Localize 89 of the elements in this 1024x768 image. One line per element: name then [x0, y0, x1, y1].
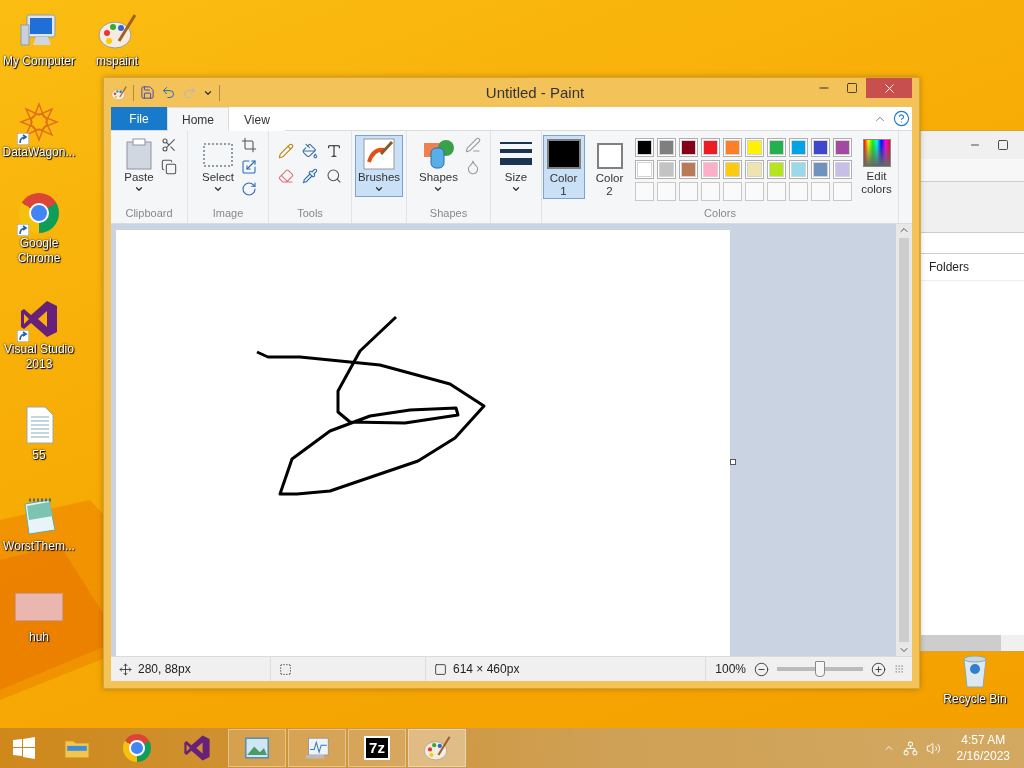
zoom-in-icon[interactable] [871, 661, 886, 677]
fill-icon[interactable] [465, 159, 481, 175]
brushes-button[interactable]: Brushes [354, 135, 404, 197]
empty-palette-cell[interactable] [656, 182, 676, 201]
paint-bucket-icon[interactable] [302, 143, 318, 159]
horizontal-scrollbar[interactable] [921, 635, 1024, 651]
group-label: Colors [704, 207, 736, 221]
crop-icon[interactable] [241, 137, 257, 153]
photo-placeholder [15, 593, 63, 621]
undo-icon [161, 85, 176, 100]
empty-palette-cell[interactable] [832, 182, 852, 201]
vertical-scrollbar[interactable] [896, 224, 912, 656]
resize-handle[interactable] [730, 459, 736, 465]
shapes-icon [422, 138, 455, 170]
clock-date: 2/16/2023 [956, 748, 1010, 764]
clipboard-icon [124, 138, 154, 170]
zoom-out-icon[interactable] [754, 661, 769, 677]
paste-button[interactable]: Paste [121, 135, 157, 197]
palette-icon [423, 734, 451, 762]
text-icon[interactable] [326, 143, 342, 159]
clock-time: 4:57 AM [961, 732, 1006, 748]
taskbar-button[interactable]: 7z [348, 729, 406, 767]
scissors-icon[interactable] [161, 137, 177, 153]
group-label: Image [212, 207, 244, 221]
caret-icon [134, 184, 144, 194]
selection-size-icon [279, 662, 292, 676]
taskbar-button[interactable] [228, 729, 286, 767]
image-size-icon [434, 662, 447, 676]
chrome-icon [123, 734, 151, 762]
empty-palette-cell[interactable] [678, 182, 698, 201]
group-label: Tools [297, 207, 323, 221]
save-button[interactable] [140, 85, 155, 100]
studio-icon [19, 299, 59, 339]
color-picker-icon[interactable] [302, 168, 318, 184]
palette-icon [111, 84, 127, 101]
select-button[interactable]: Select [199, 135, 237, 197]
archive-logo: 7z [364, 736, 390, 760]
caret-icon [511, 184, 521, 194]
group-label: Shapes [429, 207, 468, 221]
caret-icon [213, 184, 223, 194]
redo-icon [182, 85, 197, 100]
caret-icon [374, 184, 384, 194]
move-cursor-icon [119, 662, 132, 676]
taskbar-button[interactable] [288, 729, 346, 767]
eraser-icon[interactable] [278, 168, 294, 184]
volume-icon[interactable] [925, 740, 941, 756]
empty-palette-cell[interactable] [788, 182, 808, 201]
empty-palette-cell[interactable] [722, 182, 742, 201]
address-bar[interactable] [921, 233, 1024, 254]
file-tab[interactable]: File [111, 107, 167, 130]
undo-button[interactable] [161, 85, 176, 100]
rotate-icon[interactable] [241, 181, 257, 197]
maximize-icon[interactable] [997, 139, 1009, 151]
empty-palette-cell[interactable] [766, 182, 786, 201]
studio-icon [183, 734, 211, 762]
empty-palette-cell[interactable] [744, 182, 764, 201]
image-size: 614 × 460px [453, 662, 520, 676]
help-icon[interactable] [893, 110, 910, 127]
folders-header[interactable]: Folders [921, 254, 1024, 281]
save-icon [140, 85, 155, 100]
brush-icon [363, 138, 395, 170]
zoom-level: 100% [715, 662, 746, 676]
empty-palette-cell[interactable] [810, 182, 830, 201]
color-slot-button[interactable]: Color 1 [542, 135, 585, 199]
empty-palette-cell[interactable] [634, 182, 654, 201]
empty-palette-cell[interactable] [700, 182, 720, 201]
color-spectrum-icon [862, 139, 891, 167]
window-title: Untitled - Paint [484, 84, 586, 101]
resize-grip-icon [894, 664, 904, 674]
taskbar-button[interactable] [408, 729, 466, 767]
windows-logo-icon [13, 737, 35, 759]
star-ornament-icon [19, 102, 59, 142]
outline-pen-icon[interactable] [465, 137, 481, 153]
cursor-position: 280, 88px [138, 662, 191, 676]
maximize-icon [846, 82, 858, 94]
color-slot-button[interactable]: Color 2 [588, 135, 631, 199]
edit-colors-button[interactable]: Edit colors [855, 135, 898, 199]
shapes-button[interactable]: Shapes [416, 135, 461, 197]
copy-icon[interactable] [161, 159, 177, 175]
ribbon-tab[interactable]: Home [167, 107, 229, 131]
magnifier-icon[interactable] [326, 168, 342, 184]
zoom-slider-thumb[interactable] [815, 661, 825, 677]
chrome-icon [19, 193, 59, 233]
network-icon[interactable] [902, 740, 918, 756]
caret-icon [433, 184, 444, 194]
pencil-icon[interactable] [278, 143, 294, 159]
group-label: Clipboard [125, 207, 173, 221]
size-button[interactable]: Size [497, 135, 535, 197]
resize-icon[interactable] [241, 159, 257, 175]
